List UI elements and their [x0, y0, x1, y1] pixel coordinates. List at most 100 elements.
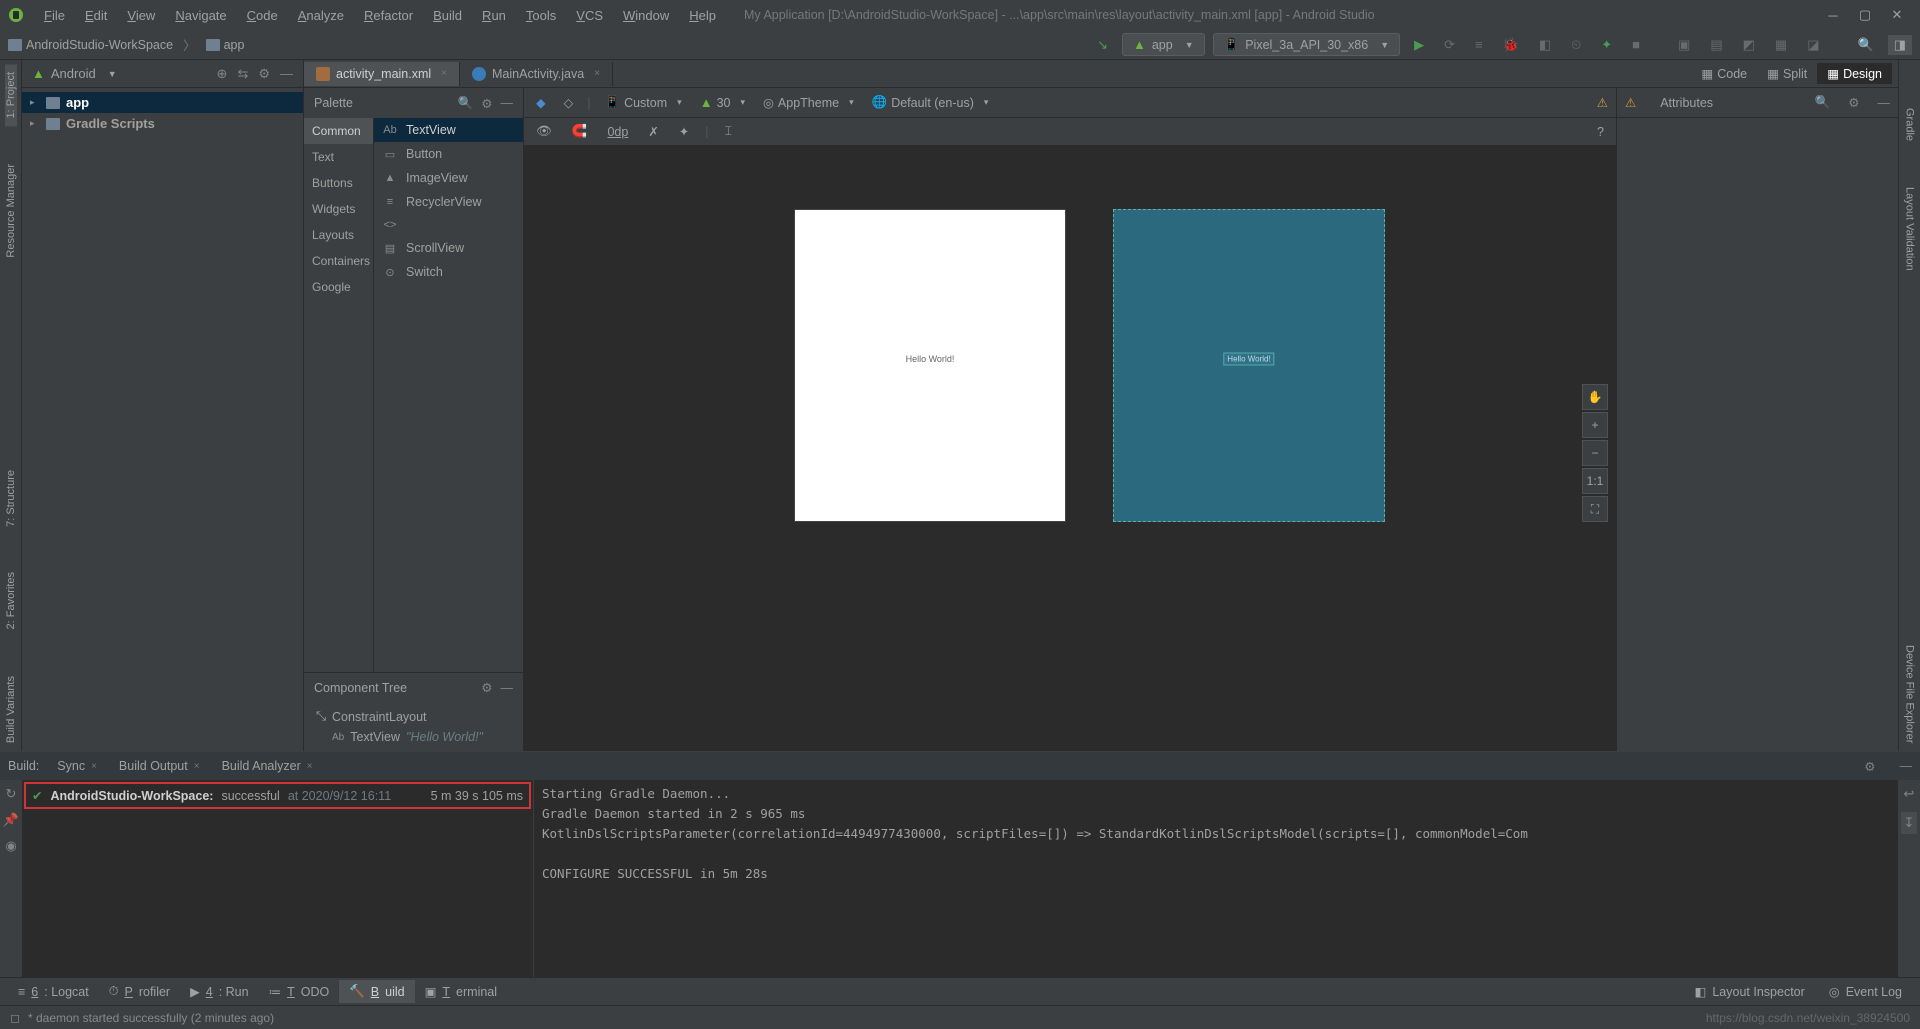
palette-item-fragment[interactable]: <> — [374, 214, 523, 236]
close-icon[interactable]: × — [441, 68, 447, 79]
tree-node-gradle-scripts[interactable]: ▸Gradle Scripts — [22, 113, 303, 134]
zoom-reset-button[interactable]: 1:1 — [1582, 468, 1608, 494]
build-status-row[interactable]: ✔ AndroidStudio-WorkSpace: successful at… — [24, 782, 531, 809]
menu-vcs[interactable]: VCS — [566, 8, 613, 23]
menu-edit[interactable]: Edit — [75, 8, 117, 23]
palette-item-button[interactable]: ▭Button — [374, 142, 523, 166]
palette-cat-layouts[interactable]: Layouts — [304, 222, 373, 248]
locale-selector[interactable]: 🌐 Default (en-us)▾ — [868, 95, 993, 110]
editor-tab-MainActivity-java[interactable]: MainActivity.java× — [460, 62, 613, 86]
coverage-icon[interactable]: ◧ — [1533, 35, 1557, 55]
avd-manager-icon[interactable]: ▣ — [1672, 35, 1696, 55]
status-icon[interactable]: ◻ — [10, 1011, 20, 1025]
autoconnect-icon[interactable]: 🧲 — [568, 124, 592, 139]
run-config-selector[interactable]: ▲ app ▼ — [1122, 33, 1205, 56]
connection-assistant-icon[interactable]: ◪ — [1801, 35, 1825, 55]
pan-icon[interactable]: ✋ — [1582, 384, 1608, 410]
debug-button[interactable]: 🐞 — [1497, 35, 1525, 55]
view-mode-split[interactable]: ▦ Split — [1757, 63, 1817, 84]
palette-cat-google[interactable]: Google — [304, 274, 373, 300]
menu-tools[interactable]: Tools — [516, 8, 566, 23]
palette-cat-common[interactable]: Common — [304, 118, 373, 144]
palette-cat-containers[interactable]: Containers — [304, 248, 373, 274]
menu-analyze[interactable]: Analyze — [288, 8, 354, 23]
palette-cat-widgets[interactable]: Widgets — [304, 196, 373, 222]
infer-constraints-icon[interactable]: ✦ — [675, 124, 693, 139]
palette-item-textview[interactable]: AbTextView — [374, 118, 523, 142]
blueprint-textview[interactable]: Hello World! — [1223, 353, 1274, 366]
profiler-button[interactable]: ⏲ — [1565, 35, 1587, 55]
hide-icon[interactable]: — — [1900, 759, 1913, 773]
menu-help[interactable]: Help — [679, 8, 726, 23]
settings-icon[interactable]: ⚙ — [481, 680, 492, 695]
build-variants-tab[interactable]: Build Variants — [5, 668, 17, 751]
bottom-tab-todo[interactable]: ≔TODO — [259, 980, 340, 1003]
palette-item-switch[interactable]: ⊙Switch — [374, 260, 523, 284]
favorites-tab[interactable]: 2: Favorites — [5, 564, 17, 637]
device-file-explorer-tab[interactable]: Device File Explorer — [1904, 637, 1916, 751]
blueprint-preview[interactable]: Hello World! — [1113, 209, 1385, 522]
resource-manager-tab[interactable]: Resource Manager — [5, 156, 17, 266]
device-selector[interactable]: 📱 Pixel_3a_API_30_x86 ▼ — [1213, 33, 1401, 56]
surface-design-icon[interactable]: ◆ — [532, 95, 550, 110]
warnings-icon[interactable]: ⚠ — [1625, 95, 1636, 110]
stop-button[interactable]: ■ — [1626, 35, 1646, 54]
settings-icon[interactable]: ⚙ — [258, 66, 270, 82]
run-button[interactable]: ▶ — [1408, 35, 1430, 55]
hide-icon[interactable]: — — [280, 66, 293, 82]
component-child[interactable]: Ab TextView "Hello World!" — [308, 727, 519, 747]
device-manager-icon[interactable]: ▦ — [1769, 35, 1793, 55]
warnings-icon[interactable]: ⚠ — [1597, 95, 1608, 110]
ide-settings-icon[interactable]: ◨ — [1888, 35, 1912, 55]
search-everywhere-icon[interactable]: 🔍 — [1852, 35, 1880, 55]
soft-wrap-icon[interactable]: ↩ — [1904, 786, 1915, 802]
menu-file[interactable]: File — [34, 8, 75, 23]
pin-icon[interactable]: 📌 — [3, 812, 19, 828]
menu-navigate[interactable]: Navigate — [165, 8, 236, 23]
zoom-in-button[interactable]: + — [1582, 412, 1608, 438]
project-view-selector[interactable]: Android — [51, 66, 96, 81]
hide-icon[interactable]: — — [501, 681, 514, 695]
scroll-to-end-icon[interactable]: ↧ — [1901, 812, 1918, 834]
attach-debugger-icon[interactable]: ✦ — [1595, 35, 1618, 55]
sdk-manager-icon[interactable]: ▤ — [1704, 35, 1728, 55]
project-tool-tab[interactable]: 1: Project — [5, 64, 17, 126]
palette-item-imageview[interactable]: ▲ImageView — [374, 166, 523, 190]
build-tab-output[interactable]: Build Output× — [115, 755, 204, 777]
hide-icon[interactable]: — — [1878, 96, 1891, 110]
build-tab-analyzer[interactable]: Build Analyzer× — [218, 755, 317, 777]
preview-textview[interactable]: Hello World! — [906, 354, 955, 364]
gradle-tab[interactable]: Gradle — [1904, 100, 1916, 149]
breadcrumb[interactable]: AndroidStudio-WorkSpace 〉 app — [8, 35, 244, 54]
palette-item-scrollview[interactable]: ▤ScrollView — [374, 236, 523, 260]
menu-refactor[interactable]: Refactor — [354, 8, 423, 23]
minimize-button[interactable]: ─ — [1826, 8, 1840, 22]
bottom-tab-build[interactable]: 🔨Build — [339, 980, 414, 1003]
design-preview[interactable]: Hello World! — [794, 209, 1066, 522]
debug-target-icon[interactable]: ≡ — [1469, 35, 1489, 54]
menu-build[interactable]: Build — [423, 8, 472, 23]
api-selector[interactable]: ▲ 30▾ — [696, 95, 749, 110]
component-tree[interactable]: ⤡ ConstraintLayout Ab TextView "Hello Wo… — [304, 702, 523, 751]
sync-project-icon[interactable]: ↘ — [1091, 35, 1114, 55]
palette-item-recyclerview[interactable]: ≡RecyclerView — [374, 190, 523, 214]
hide-icon[interactable]: — — [501, 96, 514, 110]
search-icon[interactable]: 🔍 — [458, 96, 474, 111]
build-tab-sync[interactable]: Sync× — [53, 755, 101, 777]
search-icon[interactable]: 🔍 — [1815, 95, 1831, 110]
build-tree[interactable]: ✔ AndroidStudio-WorkSpace: successful at… — [22, 780, 534, 977]
close-icon[interactable]: × — [594, 68, 600, 79]
layout-validation-tab[interactable]: Layout Validation — [1904, 179, 1916, 279]
clear-constraints-icon[interactable]: ✗ — [644, 124, 662, 139]
guidelines-icon[interactable]: ⌶ — [721, 124, 737, 139]
bottom-tab-layout-inspector[interactable]: ◧Layout Inspector — [1685, 980, 1815, 1003]
zoom-fit-button[interactable]: ⛶ — [1582, 496, 1608, 522]
palette-cat-text[interactable]: Text — [304, 144, 373, 170]
filter-icon[interactable]: ◉ — [5, 838, 16, 854]
zoom-out-button[interactable]: − — [1582, 440, 1608, 466]
close-button[interactable]: ✕ — [1890, 8, 1904, 22]
view-options-icon[interactable]: 👁 — [532, 124, 556, 139]
tree-node-app[interactable]: ▸app — [22, 92, 303, 113]
settings-icon[interactable]: ⚙ — [481, 96, 492, 111]
collapse-icon[interactable]: ⇆ — [237, 66, 248, 82]
